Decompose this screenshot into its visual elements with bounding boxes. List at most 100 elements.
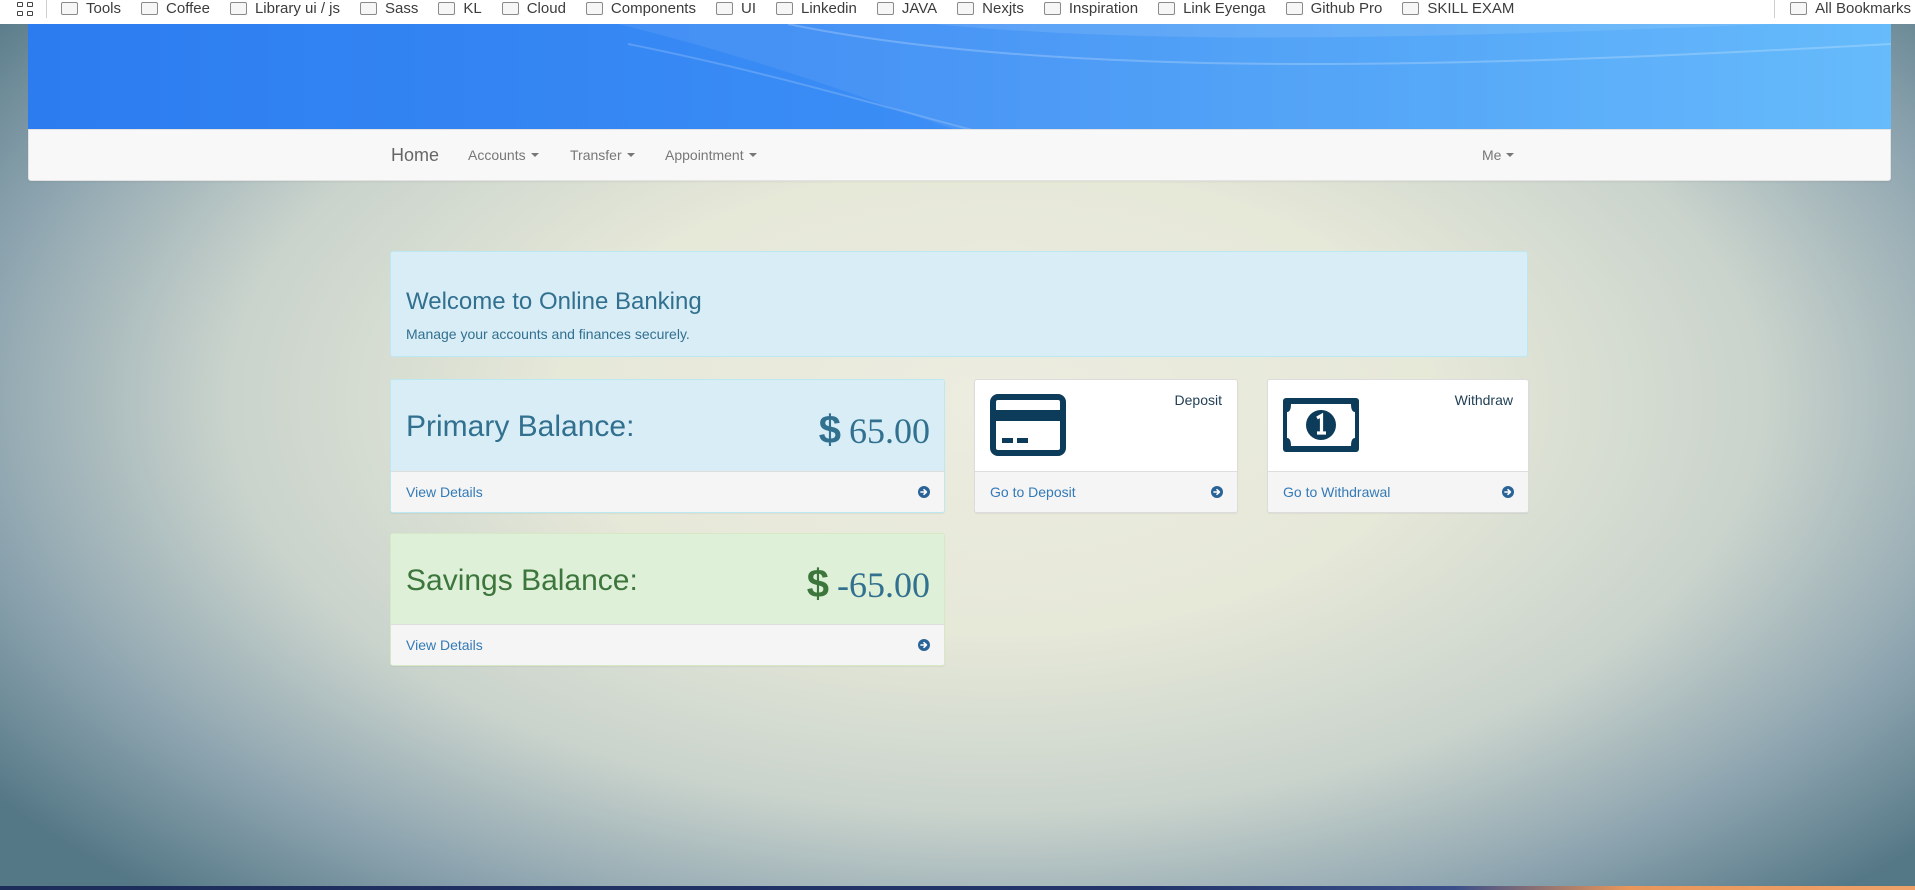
bookmark-label: Tools <box>86 0 122 17</box>
bookmark-label: Cloud <box>526 0 566 17</box>
arrow-circle-right-icon[interactable] <box>918 486 930 498</box>
deposit-header: Deposit <box>975 380 1237 472</box>
welcome-title: Welcome to Online Banking <box>406 288 702 315</box>
dollar-icon: $ <box>806 562 829 606</box>
bookmark-folder[interactable]: Link Eyenga <box>1158 0 1266 17</box>
nav-me-dropdown[interactable]: Me <box>1482 130 1515 180</box>
savings-balance-header: Savings Balance: $ -65.00 <box>391 534 944 626</box>
main-navbar: Home Accounts Transfer Appointment Me <box>28 129 1891 181</box>
deposit-title: Deposit <box>1174 392 1222 408</box>
caret-down-icon <box>530 153 539 158</box>
primary-view-details-link[interactable]: View Details <box>406 472 483 512</box>
nav-transfer-label: Transfer <box>570 147 622 163</box>
savings-view-details-link[interactable]: View Details <box>406 625 483 665</box>
savings-balance-amount: $ -65.00 <box>807 562 930 607</box>
folder-icon <box>229 2 247 15</box>
primary-balance-card: Primary Balance: $ 65.00 View Details <box>390 379 945 513</box>
folder-icon <box>957 2 975 15</box>
bookmark-folder[interactable]: Coffee <box>141 0 210 17</box>
savings-balance-footer: View Details <box>391 624 944 665</box>
folder-icon <box>360 2 377 15</box>
bookmark-label: Library ui / js <box>254 0 340 17</box>
taskbar-edge <box>0 886 1915 890</box>
bookmark-folder[interactable]: Nexjts <box>957 0 1024 17</box>
bookmark-folder[interactable]: Tools <box>61 0 121 17</box>
welcome-subtitle: Manage your accounts and finances secure… <box>406 326 690 342</box>
bookmark-label: Components <box>610 0 696 17</box>
primary-balance-label: Primary Balance: <box>406 410 635 443</box>
nav-appointment-dropdown[interactable]: Appointment <box>665 130 757 180</box>
folder-icon <box>61 2 78 15</box>
dollar-icon: $ <box>818 408 841 452</box>
primary-balance-header: Primary Balance: $ 65.00 <box>391 380 944 472</box>
nav-me-label: Me <box>1482 147 1502 163</box>
folder-icon <box>438 2 456 15</box>
caret-down-icon <box>748 153 757 158</box>
go-to-deposit-link[interactable]: Go to Deposit <box>990 472 1076 512</box>
folder-icon <box>1790 2 1808 15</box>
bookmark-folder[interactable]: Inspiration <box>1043 0 1138 17</box>
withdraw-card[interactable]: Withdraw Go to Withdrawal <box>1267 379 1529 513</box>
bookmark-folder[interactable]: Linkedin <box>775 0 857 17</box>
folder-icon <box>585 2 603 15</box>
bookmark-label: SKILL EXAM <box>1427 0 1515 17</box>
bookmark-folder[interactable]: UI <box>715 0 756 17</box>
savings-balance-card: Savings Balance: $ -65.00 View Details <box>390 533 945 666</box>
folder-icon <box>501 2 519 15</box>
bookmark-folder[interactable]: Library ui / js <box>229 0 340 17</box>
nav-appointment-label: Appointment <box>665 147 744 163</box>
folder-icon <box>1158 2 1176 15</box>
savings-balance-label: Savings Balance: <box>406 564 638 597</box>
withdraw-header: Withdraw <box>1268 380 1528 472</box>
nav-accounts-dropdown[interactable]: Accounts <box>468 130 539 180</box>
folder-icon <box>876 2 894 15</box>
folder-icon <box>1402 2 1420 15</box>
folder-icon <box>715 2 733 15</box>
header-banner <box>28 24 1891 129</box>
bookmarks-divider <box>1774 0 1776 18</box>
money-bill-icon <box>1283 398 1359 452</box>
bookmark-label: UI <box>740 0 756 17</box>
folder-icon <box>141 2 159 15</box>
caret-down-icon <box>626 153 635 158</box>
bookmark-folder[interactable]: SKILL EXAM <box>1402 0 1514 17</box>
folder-icon <box>1285 2 1303 15</box>
bookmark-label: Nexjts <box>982 0 1024 17</box>
primary-balance-value: 65.00 <box>849 410 930 451</box>
withdraw-title: Withdraw <box>1454 392 1513 408</box>
all-bookmarks-label: All Bookmarks <box>1815 0 1911 17</box>
arrow-circle-right-icon[interactable] <box>1502 486 1514 498</box>
bookmark-label: Sass <box>385 0 419 17</box>
folder-icon <box>1043 2 1061 15</box>
primary-balance-amount: $ 65.00 <box>819 408 930 453</box>
bookmark-folder[interactable]: JAVA <box>876 0 938 17</box>
bookmark-folder[interactable]: Components <box>585 0 696 17</box>
bookmark-label: Linkedin <box>800 0 857 17</box>
bookmark-folder[interactable]: Sass <box>360 0 418 17</box>
bookmarks-separator <box>46 0 47 18</box>
deposit-footer: Go to Deposit <box>975 471 1237 512</box>
bookmarks-bar: Tools Coffee Library ui / js Sass KL Cloud Com… <box>0 0 1915 24</box>
primary-balance-footer: View Details <box>391 471 944 512</box>
apps-grid-icon[interactable] <box>17 1 34 17</box>
arrow-circle-right-icon[interactable] <box>918 639 930 651</box>
bookmark-label: Coffee <box>166 0 210 17</box>
bookmark-folder[interactable]: Github Pro <box>1285 0 1383 17</box>
bookmark-folder[interactable]: Cloud <box>501 0 566 17</box>
bookmark-label: Link Eyenga <box>1183 0 1266 17</box>
bookmark-label: JAVA <box>901 0 938 17</box>
go-to-withdrawal-link[interactable]: Go to Withdrawal <box>1283 472 1390 512</box>
bookmark-folder[interactable]: KL <box>438 0 482 17</box>
all-bookmarks[interactable]: All Bookmarks <box>1774 0 1915 24</box>
savings-balance-value: -65.00 <box>837 564 930 605</box>
nav-home[interactable]: Home <box>391 130 439 180</box>
welcome-panel: Welcome to Online Banking Manage your ac… <box>390 251 1528 357</box>
deposit-card[interactable]: Deposit Go to Deposit <box>974 379 1238 513</box>
bookmark-label: Github Pro <box>1310 0 1383 17</box>
credit-card-icon <box>990 394 1066 456</box>
arrow-circle-right-icon[interactable] <box>1211 486 1223 498</box>
caret-down-icon <box>1506 153 1515 158</box>
withdraw-footer: Go to Withdrawal <box>1268 471 1528 512</box>
nav-accounts-label: Accounts <box>468 147 526 163</box>
nav-transfer-dropdown[interactable]: Transfer <box>570 130 635 180</box>
